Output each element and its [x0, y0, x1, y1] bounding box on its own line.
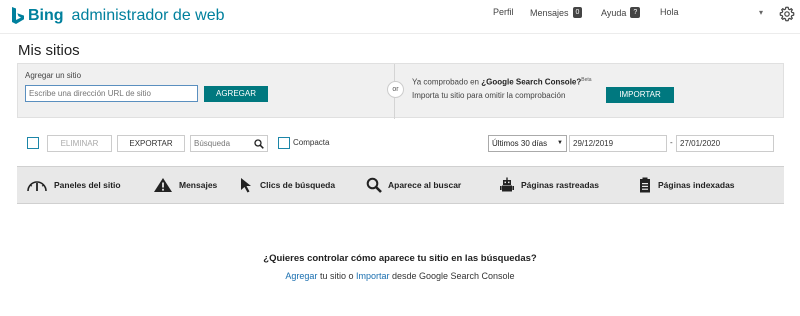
- clipboard-icon: [640, 177, 650, 193]
- tab-label: Aparece al buscar: [388, 180, 462, 190]
- help-badge: ?: [630, 7, 641, 18]
- tab-search-appearances[interactable]: Aparece al buscar: [366, 177, 461, 193]
- date-range-value: Últimos 30 días: [492, 139, 548, 148]
- site-url-input[interactable]: [25, 85, 198, 102]
- search-placeholder: Búsqueda: [194, 139, 231, 148]
- date-to-input[interactable]: 27/01/2020: [676, 135, 774, 152]
- tab-label: Clics de búsqueda: [260, 180, 336, 190]
- empty-text-end: desde Google Search Console: [389, 271, 515, 281]
- add-site-button[interactable]: AGREGAR: [204, 86, 268, 102]
- beta-tag: Beta: [581, 77, 592, 83]
- chevron-down-icon: ▼: [557, 140, 563, 146]
- metrics-tab-bar: Paneles del sitio Mensajes Clics de búsq…: [17, 166, 784, 204]
- user-menu-caret-icon[interactable]: ▾: [759, 8, 763, 17]
- nav-perfil[interactable]: Perfil: [493, 7, 514, 17]
- tab-site-dashboards[interactable]: Paneles del sitio: [26, 177, 121, 193]
- add-site-link[interactable]: Agregar: [285, 271, 317, 281]
- compact-checkbox[interactable]: [278, 137, 290, 149]
- nav-mensajes-label: Mensajes: [530, 7, 569, 18]
- nav-user-greeting[interactable]: Hola: [660, 7, 679, 17]
- or-separator: or: [387, 81, 404, 98]
- empty-state-question: ¿Quieres controlar cómo aparece tu sitio…: [263, 253, 537, 264]
- app-title: administrador de web: [71, 7, 225, 24]
- import-description: Importa tu sitio para omitir la comproba…: [412, 91, 566, 100]
- top-header: Bing administrador de web Perfil Mensaje…: [0, 0, 800, 34]
- date-separator: -: [670, 138, 673, 147]
- tab-label: Páginas indexadas: [658, 180, 735, 190]
- export-button[interactable]: EXPORTAR: [117, 135, 185, 152]
- tab-search-clicks[interactable]: Clics de búsqueda: [240, 177, 335, 193]
- tab-label: Mensajes: [179, 180, 218, 190]
- delete-button[interactable]: ELIMINAR: [47, 135, 112, 152]
- date-from-input[interactable]: 29/12/2019: [569, 135, 667, 152]
- date-range-select[interactable]: Últimos 30 días ▼: [488, 135, 567, 152]
- search-icon[interactable]: [254, 139, 264, 149]
- import-heading: Ya comprobado en ¿Google Search Console?…: [412, 77, 592, 87]
- tab-messages[interactable]: Mensajes: [153, 177, 217, 193]
- import-button[interactable]: IMPORTAR: [606, 87, 674, 103]
- add-site-label: Agregar un sitio: [25, 71, 82, 80]
- import-link[interactable]: Importar: [356, 271, 390, 281]
- search-input[interactable]: Búsqueda: [190, 135, 268, 152]
- cursor-icon: [241, 178, 251, 193]
- magnifier-icon: [366, 177, 382, 193]
- compact-label: Compacta: [293, 138, 330, 147]
- robot-icon: [500, 177, 514, 192]
- nav-ayuda-label: Ayuda: [601, 7, 627, 18]
- page-title: Mis sitios: [18, 42, 80, 59]
- tab-crawled-pages[interactable]: Páginas rastreadas: [499, 177, 599, 193]
- gear-icon[interactable]: [779, 6, 795, 22]
- select-all-checkbox[interactable]: [27, 137, 39, 149]
- nav-mensajes[interactable]: Mensajes 0: [530, 7, 583, 18]
- nav-ayuda[interactable]: Ayuda ?: [601, 7, 641, 18]
- empty-text-mid: tu sitio o: [317, 271, 356, 281]
- empty-state-actions: Agregar tu sitio o Importar desde Google…: [0, 271, 800, 281]
- import-service: ¿Google Search Console?: [481, 77, 582, 87]
- messages-count-badge: 0: [572, 7, 583, 18]
- tab-label: Paneles del sitio: [54, 180, 121, 190]
- brand-word: Bing: [28, 7, 64, 24]
- add-site-panel: Agregar un sitio AGREGAR or Ya comprobad…: [17, 63, 784, 119]
- bing-b-icon: [12, 7, 24, 24]
- tab-label: Páginas rastreadas: [521, 180, 599, 190]
- bing-logo[interactable]: Bing administrador de web: [10, 6, 225, 26]
- warning-icon: [154, 178, 172, 192]
- tab-indexed-pages[interactable]: Páginas indexadas: [638, 177, 735, 193]
- import-prefix: Ya comprobado en: [412, 77, 482, 87]
- gauge-icon: [27, 181, 47, 192]
